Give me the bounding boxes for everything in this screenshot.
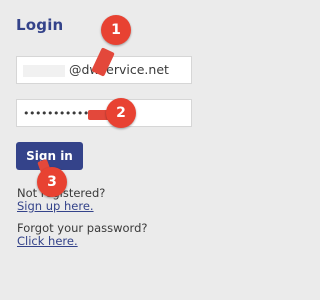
step-marker-2: 2 xyxy=(88,97,158,133)
sign-up-link[interactable]: Sign up here. xyxy=(17,200,94,213)
marker-badge: 1 xyxy=(101,15,131,45)
step-marker-1: 1 xyxy=(91,15,132,77)
marker-badge: 2 xyxy=(106,98,136,128)
marker-badge: 3 xyxy=(37,167,67,197)
redacted-username xyxy=(23,64,65,77)
click-here-link[interactable]: Click here. xyxy=(17,235,78,248)
page-title: Login xyxy=(16,16,64,34)
step-marker-3: 3 xyxy=(34,158,70,200)
